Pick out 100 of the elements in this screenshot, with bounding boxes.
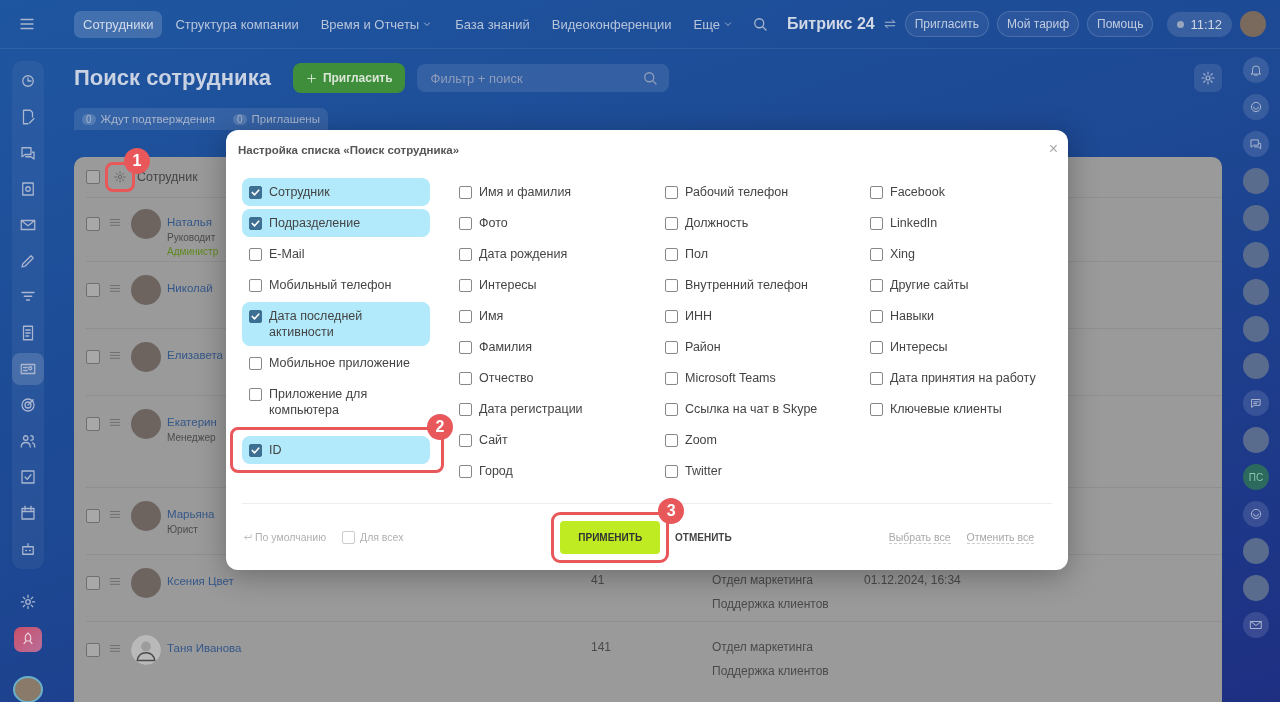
checkbox[interactable] — [665, 434, 678, 447]
avatar-photo[interactable] — [1243, 538, 1269, 564]
checkbox[interactable] — [249, 279, 262, 292]
checkbox[interactable] — [665, 310, 678, 323]
checkbox[interactable] — [870, 248, 883, 261]
column-option[interactable]: Рабочий телефон — [658, 178, 863, 206]
checkbox[interactable] — [86, 283, 100, 297]
checkbox[interactable] — [86, 170, 100, 184]
column-option[interactable]: Ссылка на чат в Skype — [658, 395, 863, 423]
checkbox[interactable] — [665, 279, 678, 292]
checkbox[interactable] — [249, 310, 262, 323]
nav-tab[interactable]: Время и Отчеты — [311, 10, 443, 38]
checkbox[interactable] — [665, 248, 678, 261]
header-button[interactable]: Пригласить — [904, 11, 989, 37]
checkbox[interactable] — [86, 576, 100, 590]
column-option[interactable]: Zoom — [658, 426, 863, 454]
checkbox[interactable] — [86, 417, 100, 431]
checkbox[interactable] — [870, 186, 883, 199]
checkbox[interactable] — [459, 372, 472, 385]
settings-button[interactable] — [1194, 64, 1222, 92]
avatar-photo[interactable] — [1243, 575, 1269, 601]
checkbox[interactable] — [665, 217, 678, 230]
checkbox[interactable] — [459, 403, 472, 416]
avatar-photo[interactable] — [13, 675, 43, 702]
nav-tab[interactable]: Сотрудники — [74, 10, 163, 38]
checkbox[interactable] — [249, 186, 262, 199]
rocket-icon[interactable] — [14, 626, 42, 652]
message-icon[interactable] — [1243, 390, 1269, 416]
column-option[interactable]: Дата принятия на работу — [863, 364, 1052, 392]
avatar-photo[interactable] — [1243, 205, 1269, 231]
contact-card-icon[interactable] — [12, 353, 44, 385]
column-option[interactable]: Интересы — [863, 333, 1052, 361]
checkbox[interactable] — [459, 217, 472, 230]
column-option[interactable]: Фамилия — [452, 333, 658, 361]
chat-icon[interactable] — [1243, 131, 1269, 157]
column-option[interactable]: Внутренний телефон — [658, 271, 863, 299]
checkbox[interactable] — [665, 403, 678, 416]
checkbox[interactable] — [249, 444, 262, 457]
column-option[interactable]: Мобильное приложение — [242, 349, 430, 377]
checkbox[interactable] — [459, 310, 472, 323]
column-option[interactable]: Facebook — [863, 178, 1052, 206]
settings-icon[interactable] — [18, 593, 38, 611]
checkbox[interactable] — [870, 403, 883, 416]
column-option[interactable]: Имя и фамилия — [452, 178, 658, 206]
avatar-photo[interactable] — [1243, 242, 1269, 268]
column-option[interactable]: Другие сайты — [863, 271, 1052, 299]
column-option[interactable]: E-Mail — [242, 240, 430, 268]
checkbox[interactable] — [665, 465, 678, 478]
column-option[interactable]: Город — [452, 457, 658, 485]
checkbox[interactable] — [459, 465, 472, 478]
toggle-icon[interactable] — [882, 17, 897, 31]
settings-icon[interactable] — [113, 170, 127, 184]
column-option[interactable]: Сайт — [452, 426, 658, 454]
column-option[interactable]: Пол — [658, 240, 863, 268]
column-option[interactable]: Дата рождения — [452, 240, 658, 268]
checkbox[interactable] — [459, 279, 472, 292]
avatar-photo[interactable] — [1243, 427, 1269, 453]
checkbox[interactable] — [665, 341, 678, 354]
bell-icon[interactable] — [1243, 57, 1269, 83]
column-option[interactable]: Интересы — [452, 271, 658, 299]
apply-button[interactable]: ПРИМЕНИТЬ — [560, 520, 661, 554]
checkbox[interactable] — [459, 434, 472, 447]
checkbox[interactable] — [870, 279, 883, 292]
column-option[interactable]: Мобильный телефон — [242, 271, 430, 299]
column-option[interactable]: Должность — [658, 209, 863, 237]
checkbox[interactable] — [249, 248, 262, 261]
checkbox[interactable] — [86, 509, 100, 523]
column-option[interactable]: ИНН — [658, 302, 863, 330]
header-button[interactable]: Мой тариф — [996, 11, 1080, 37]
column-option[interactable]: Ключевые клиенты — [863, 395, 1052, 423]
nav-tab[interactable]: Еще — [684, 10, 743, 38]
column-option[interactable]: Навыки — [863, 302, 1052, 330]
checkbox[interactable] — [249, 357, 262, 370]
column-option[interactable]: Подразделение — [242, 209, 430, 237]
checkbox[interactable] — [459, 248, 472, 261]
checkbox[interactable] — [870, 217, 883, 230]
column-option[interactable]: Microsoft Teams — [658, 364, 863, 392]
column-option[interactable]: LinkedIn — [863, 209, 1052, 237]
mail-icon[interactable] — [1243, 612, 1269, 638]
checkbox[interactable] — [665, 186, 678, 199]
checkbox[interactable] — [459, 341, 472, 354]
checkbox[interactable] — [86, 643, 100, 657]
column-option[interactable]: Приложение для компьютера — [242, 380, 430, 424]
column-option[interactable]: ID — [242, 436, 430, 464]
checkbox[interactable] — [86, 350, 100, 364]
cancel-button[interactable]: ОТМЕНИТЬ — [675, 531, 732, 543]
column-option[interactable]: Дата регистрации — [452, 395, 658, 423]
column-option[interactable]: Имя — [452, 302, 658, 330]
column-option[interactable]: Xing — [863, 240, 1052, 268]
time-pill[interactable]: 11:12 — [1167, 11, 1232, 37]
nav-tab[interactable]: Структура компании — [166, 10, 308, 38]
column-option[interactable]: Twitter — [658, 457, 863, 485]
checkbox[interactable] — [459, 186, 472, 199]
column-option[interactable]: Отчество — [452, 364, 658, 392]
avatar-photo[interactable] — [1243, 279, 1269, 305]
checkbox[interactable] — [249, 217, 262, 230]
nav-tab[interactable]: Видеоконференции — [542, 10, 681, 38]
checkbox[interactable] — [870, 372, 883, 385]
nav-tab[interactable]: База знаний — [446, 10, 539, 38]
column-option[interactable]: Дата последней активности — [242, 302, 430, 346]
